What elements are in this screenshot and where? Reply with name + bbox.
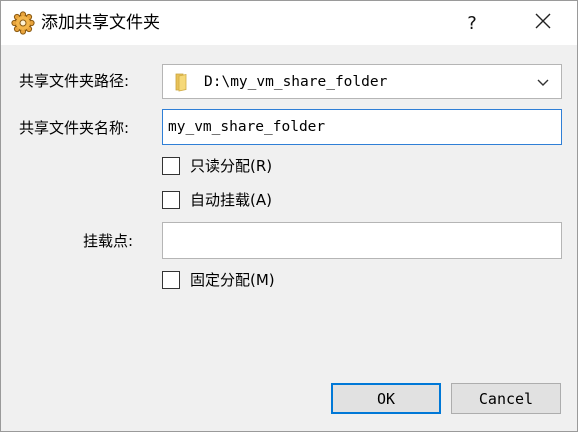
- readonly-checkbox[interactable]: [162, 157, 180, 175]
- folder-name-value: my_vm_share_folder: [168, 119, 326, 135]
- folder-icon: [173, 72, 191, 92]
- folder-path-label: 共享文件夹路径:: [19, 72, 130, 90]
- automount-checkbox[interactable]: [162, 191, 180, 209]
- cancel-button[interactable]: Cancel: [451, 383, 561, 414]
- mount-point-label: 挂载点:: [83, 232, 134, 250]
- close-button[interactable]: [519, 1, 567, 45]
- folder-name-field[interactable]: my_vm_share_folder: [162, 109, 562, 145]
- permanent-checkbox[interactable]: [162, 271, 180, 289]
- title-bar: 添加共享文件夹 ?: [1, 1, 577, 45]
- window-title: 添加共享文件夹: [41, 13, 160, 33]
- help-button[interactable]: ?: [449, 1, 495, 45]
- close-icon: [535, 13, 551, 33]
- folder-path-combobox[interactable]: D:\my_vm_share_folder: [162, 64, 562, 99]
- readonly-label[interactable]: 只读分配(R): [190, 156, 272, 176]
- help-icon: ?: [467, 12, 477, 34]
- folder-path-value: D:\my_vm_share_folder: [204, 74, 388, 90]
- permanent-label[interactable]: 固定分配(M): [190, 270, 275, 290]
- mount-point-field[interactable]: [162, 222, 562, 259]
- automount-label[interactable]: 自动挂载(A): [190, 190, 272, 210]
- virtualbox-gear-icon: [11, 11, 35, 35]
- chevron-down-icon[interactable]: [535, 74, 551, 90]
- folder-name-label: 共享文件夹名称:: [19, 119, 130, 137]
- add-shared-folder-dialog: 添加共享文件夹 ? 共享文件夹路径: D:\my_vm_share_folder: [0, 0, 578, 432]
- ok-button[interactable]: OK: [331, 383, 441, 414]
